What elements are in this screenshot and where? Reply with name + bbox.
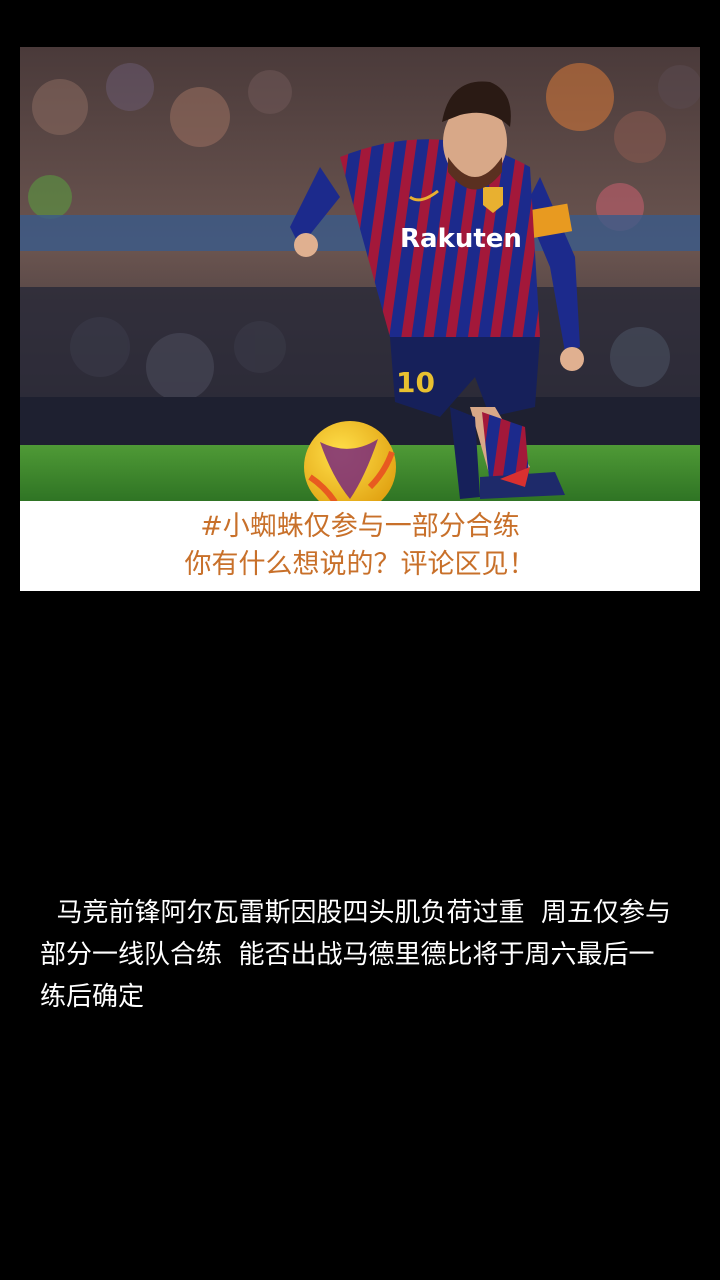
caption-line-hashtag[interactable]: #小蜘蛛仅参与一部分合练 [200, 508, 520, 546]
jersey-number-text: 10 [396, 366, 435, 399]
article-body-text: 马竞前锋阿尔瓦雷斯因股四头肌负荷过重 周五仅参与部分一线队合练 能否出战马德里德… [40, 898, 672, 1012]
post-image-card[interactable]: Rakuten 10 #小蜘蛛仅参与一部分合练 你有什么想说的？评论区见！ [20, 47, 700, 591]
screen: Rakuten 10 #小蜘蛛仅参与一部分合练 你有什么想说的？评论区见！ 马竞… [0, 0, 720, 1280]
player-photo[interactable]: Rakuten 10 [20, 47, 700, 501]
image-caption: #小蜘蛛仅参与一部分合练 你有什么想说的？评论区见！ [20, 501, 700, 591]
caption-line-prompt: 你有什么想说的？评论区见！ [184, 549, 536, 580]
jersey-sponsor-text: Rakuten [400, 224, 522, 254]
